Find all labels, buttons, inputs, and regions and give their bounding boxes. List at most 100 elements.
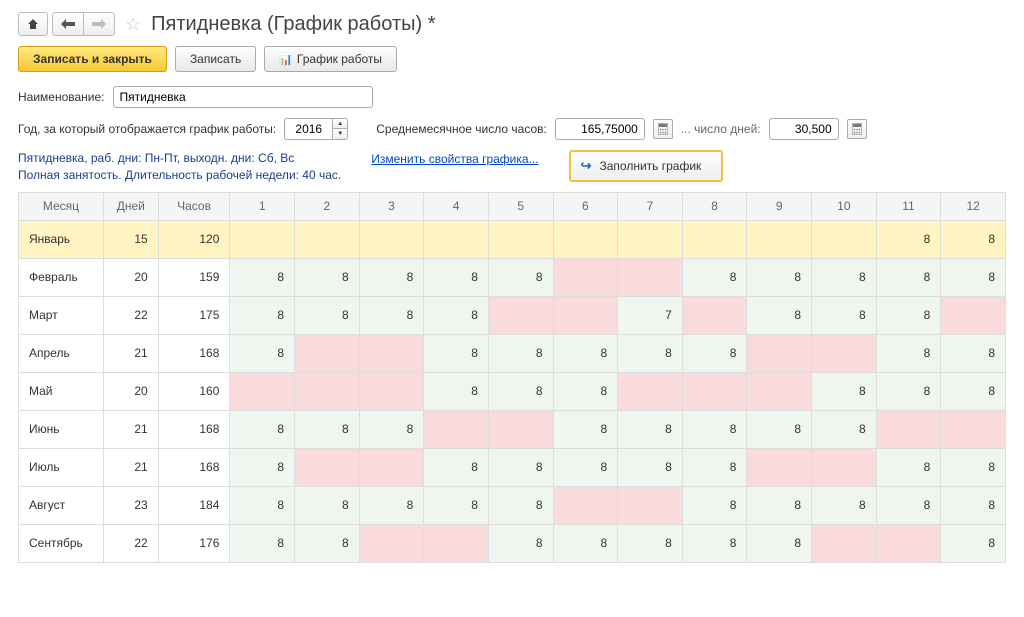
day-cell[interactable] [553,296,618,334]
day-cell[interactable]: 8 [941,448,1006,486]
day-cell[interactable]: 8 [230,486,295,524]
day-cell[interactable] [424,524,489,562]
cell-days[interactable]: 21 [103,448,158,486]
col-d8[interactable]: 8 [682,192,747,220]
day-cell[interactable] [230,220,295,258]
day-cell[interactable]: 8 [682,258,747,296]
day-cell[interactable]: 8 [230,334,295,372]
col-d5[interactable]: 5 [488,192,553,220]
cell-days[interactable]: 22 [103,524,158,562]
day-cell[interactable] [618,220,683,258]
day-cell[interactable]: 8 [488,372,553,410]
table-row[interactable]: Сентябрь2217688888888 [19,524,1006,562]
days-calc-button[interactable] [847,119,867,139]
table-row[interactable]: Апрель2116888888888 [19,334,1006,372]
cell-hours[interactable]: 120 [158,220,230,258]
col-hours[interactable]: Часов [158,192,230,220]
day-cell[interactable] [424,220,489,258]
day-cell[interactable]: 8 [230,448,295,486]
col-d9[interactable]: 9 [747,192,812,220]
day-cell[interactable]: 8 [682,448,747,486]
days-input[interactable] [769,118,839,140]
day-cell[interactable] [488,220,553,258]
day-cell[interactable]: 8 [230,524,295,562]
day-cell[interactable]: 8 [295,296,360,334]
cell-month[interactable]: Март [19,296,104,334]
table-row[interactable]: Июнь2116888888888 [19,410,1006,448]
day-cell[interactable] [747,334,812,372]
day-cell[interactable]: 8 [747,410,812,448]
day-cell[interactable]: 8 [618,524,683,562]
day-cell[interactable]: 8 [812,486,877,524]
cell-month[interactable]: Май [19,372,104,410]
day-cell[interactable]: 8 [941,334,1006,372]
day-cell[interactable]: 8 [876,258,941,296]
day-cell[interactable]: 8 [488,258,553,296]
day-cell[interactable]: 8 [812,296,877,334]
day-cell[interactable]: 8 [424,334,489,372]
day-cell[interactable]: 8 [876,486,941,524]
day-cell[interactable]: 8 [812,258,877,296]
table-row[interactable]: Август231848888888888 [19,486,1006,524]
day-cell[interactable]: 8 [941,220,1006,258]
day-cell[interactable] [812,334,877,372]
day-cell[interactable] [295,220,360,258]
home-button[interactable] [18,12,48,36]
cell-days[interactable]: 21 [103,410,158,448]
day-cell[interactable]: 8 [682,524,747,562]
day-cell[interactable]: 8 [682,334,747,372]
day-cell[interactable] [941,410,1006,448]
day-cell[interactable]: 8 [747,524,812,562]
day-cell[interactable] [682,372,747,410]
cell-hours[interactable]: 168 [158,448,230,486]
day-cell[interactable]: 8 [295,258,360,296]
day-cell[interactable]: 8 [295,524,360,562]
day-cell[interactable]: 8 [424,448,489,486]
year-input[interactable] [284,118,332,140]
day-cell[interactable]: 8 [488,448,553,486]
cell-days[interactable]: 21 [103,334,158,372]
table-row[interactable]: Июль2116888888888 [19,448,1006,486]
day-cell[interactable]: 8 [553,334,618,372]
fill-schedule-button[interactable]: ↪ Заполнить график [569,150,724,182]
day-cell[interactable] [876,524,941,562]
day-cell[interactable] [747,220,812,258]
day-cell[interactable]: 8 [941,258,1006,296]
day-cell[interactable]: 8 [488,334,553,372]
day-cell[interactable]: 8 [553,372,618,410]
day-cell[interactable] [876,410,941,448]
day-cell[interactable] [295,372,360,410]
day-cell[interactable] [553,258,618,296]
day-cell[interactable]: 8 [424,258,489,296]
day-cell[interactable] [359,524,424,562]
day-cell[interactable]: 8 [941,524,1006,562]
day-cell[interactable] [553,486,618,524]
day-cell[interactable]: 8 [876,448,941,486]
back-button[interactable] [52,12,84,36]
day-cell[interactable]: 8 [747,258,812,296]
day-cell[interactable]: 8 [876,296,941,334]
day-cell[interactable]: 8 [359,296,424,334]
day-cell[interactable]: 8 [812,372,877,410]
day-cell[interactable]: 8 [424,296,489,334]
day-cell[interactable]: 8 [618,448,683,486]
save-button[interactable]: Записать [175,46,256,72]
day-cell[interactable] [488,410,553,448]
year-spin-down[interactable]: ▼ [333,129,347,139]
day-cell[interactable] [618,486,683,524]
cell-month[interactable]: Июль [19,448,104,486]
day-cell[interactable]: 8 [553,524,618,562]
table-row[interactable]: Январь1512088 [19,220,1006,258]
day-cell[interactable]: 8 [682,410,747,448]
day-cell[interactable]: 8 [295,486,360,524]
day-cell[interactable] [747,372,812,410]
day-cell[interactable] [359,334,424,372]
day-cell[interactable]: 8 [295,410,360,448]
cell-days[interactable]: 22 [103,296,158,334]
day-cell[interactable]: 8 [359,258,424,296]
day-cell[interactable] [295,448,360,486]
day-cell[interactable]: 8 [424,372,489,410]
cell-hours[interactable]: 184 [158,486,230,524]
day-cell[interactable] [747,448,812,486]
day-cell[interactable]: 8 [812,410,877,448]
